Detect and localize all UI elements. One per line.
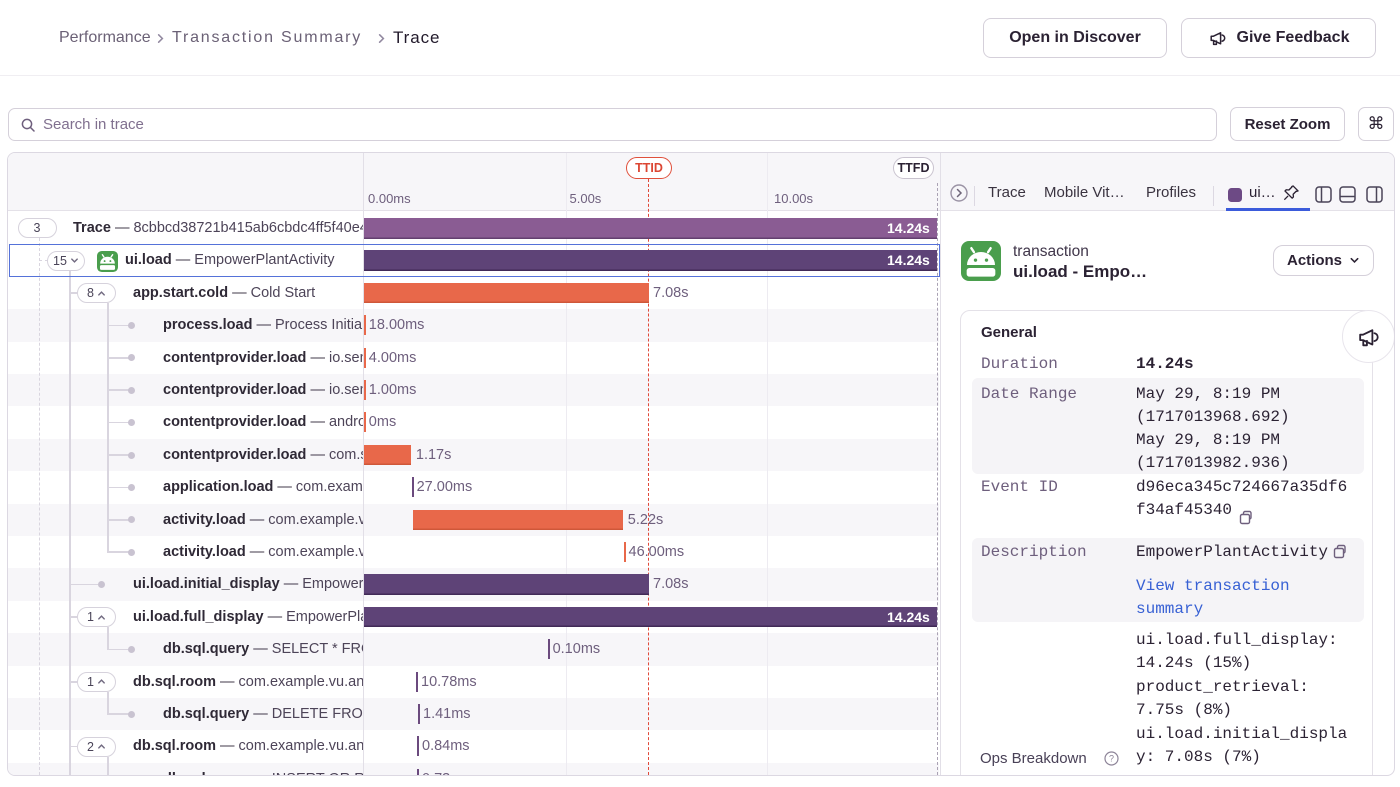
svg-text:?: ?	[1109, 754, 1114, 764]
